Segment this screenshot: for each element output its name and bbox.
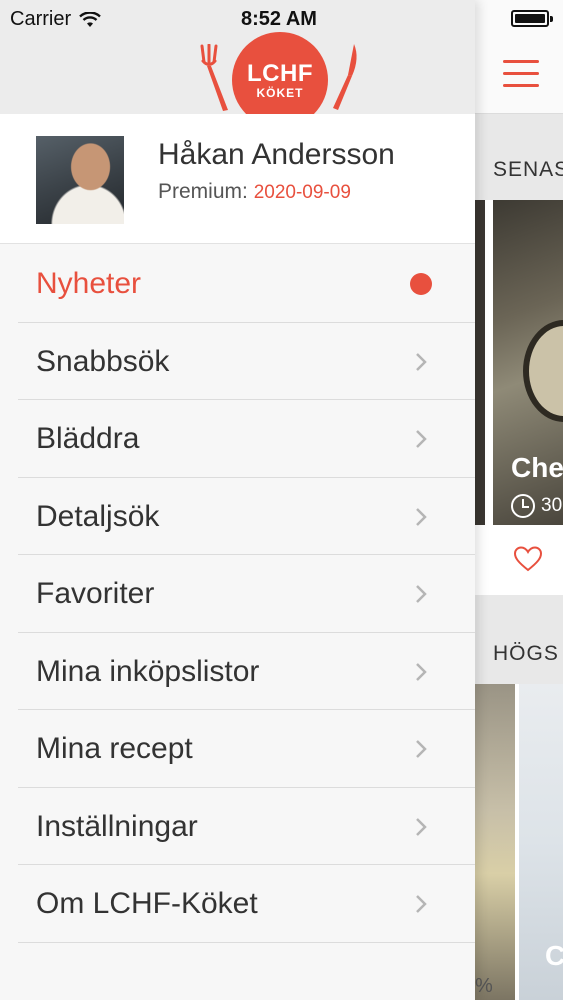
- status-bar: Carrier 8:52 AM: [0, 0, 475, 38]
- recipe-time-value: 30: [541, 495, 563, 516]
- user-name: Håkan Andersson: [158, 138, 395, 171]
- menu-item-om-lchf-koket[interactable]: Om LCHF-Köket: [18, 865, 475, 943]
- carrier-info: Carrier: [10, 8, 101, 31]
- menu-item-bladdra[interactable]: Bläddra: [18, 400, 475, 478]
- chevron-right-icon: [416, 817, 427, 836]
- recipe-image: [475, 200, 485, 525]
- app-logo: LCHF KÖKET: [198, 32, 362, 128]
- menu-item-inkopslistor[interactable]: Mina inköpslistor: [18, 633, 475, 710]
- section-title-latest: SENAS: [493, 158, 563, 181]
- menu-item-label: Mina inköpslistor: [36, 654, 260, 688]
- menu-item-label: Om LCHF-Köket: [36, 887, 258, 920]
- chevron-right-icon: [416, 507, 427, 526]
- carrier-label: Carrier: [10, 8, 72, 30]
- recipe-image: [475, 684, 515, 1000]
- menu-item-label: Mina recept: [36, 732, 193, 765]
- chevron-right-icon: [416, 585, 427, 603]
- fork-icon: [200, 44, 228, 111]
- side-drawer: Carrier 8:52 AM LCHF KÖKET Håkan Anderss…: [0, 0, 475, 1000]
- status-time: 8:52 AM: [241, 8, 317, 30]
- clock-icon: [511, 494, 535, 518]
- chevron-right-icon: [416, 740, 427, 758]
- menu-item-mina-recept[interactable]: Mina recept: [18, 710, 475, 788]
- logo-subtext: KÖKET: [256, 86, 304, 100]
- avatar: [36, 136, 124, 224]
- logo-text: LCHF: [247, 60, 313, 87]
- chevron-right-icon: [416, 430, 427, 448]
- menu-item-label: Nyheter: [36, 267, 142, 300]
- menu-icon[interactable]: [503, 60, 539, 88]
- menu-item-label: Detaljsök: [36, 499, 160, 533]
- drawer-menu: Nyheter Snabbsök Bläddra Detaljsök Favor…: [0, 245, 475, 943]
- recipe-title: C: [545, 940, 563, 971]
- menu-item-label: Favoriter: [36, 577, 155, 610]
- recipe-time: 30: [511, 494, 562, 518]
- chevron-right-icon: [416, 662, 427, 681]
- knife-icon: [333, 44, 357, 110]
- premium-label: Premium:: [158, 180, 248, 203]
- main-status-bar: [475, 0, 563, 38]
- menu-item-favoriter[interactable]: Favoriter: [18, 555, 475, 633]
- menu-item-label: Snabbsök: [36, 344, 170, 378]
- main-screen: SENAS Che 30 HÖGS % C: [475, 0, 563, 1000]
- menu-item-label: Bläddra: [36, 422, 140, 455]
- user-profile[interactable]: Håkan Andersson Premium: 2020-09-09: [0, 114, 475, 244]
- top-bar: LCHF KÖKET: [0, 32, 475, 128]
- premium-date: 2020-09-09: [253, 182, 351, 203]
- heart-icon[interactable]: [513, 545, 543, 573]
- menu-item-nyheter[interactable]: Nyheter: [18, 245, 475, 323]
- main-nav-bar: [475, 38, 563, 114]
- wifi-icon: [79, 11, 101, 27]
- menu-item-detaljsok[interactable]: Detaljsök: [18, 478, 475, 555]
- recipe-card[interactable]: Che 30: [475, 200, 563, 595]
- chevron-right-icon: [416, 352, 427, 371]
- section-title-top: HÖGS: [493, 642, 559, 665]
- partial-label: %: [475, 975, 493, 997]
- menu-item-installningar[interactable]: Inställningar: [18, 788, 475, 865]
- chevron-right-icon: [416, 895, 427, 913]
- premium-status: Premium: 2020-09-09: [158, 180, 351, 204]
- notification-dot-icon: [410, 273, 432, 295]
- menu-item-label: Inställningar: [36, 809, 198, 843]
- menu-item-snabbsok[interactable]: Snabbsök: [18, 323, 475, 400]
- recipe-title: Che: [511, 452, 563, 483]
- battery-icon: [511, 10, 553, 27]
